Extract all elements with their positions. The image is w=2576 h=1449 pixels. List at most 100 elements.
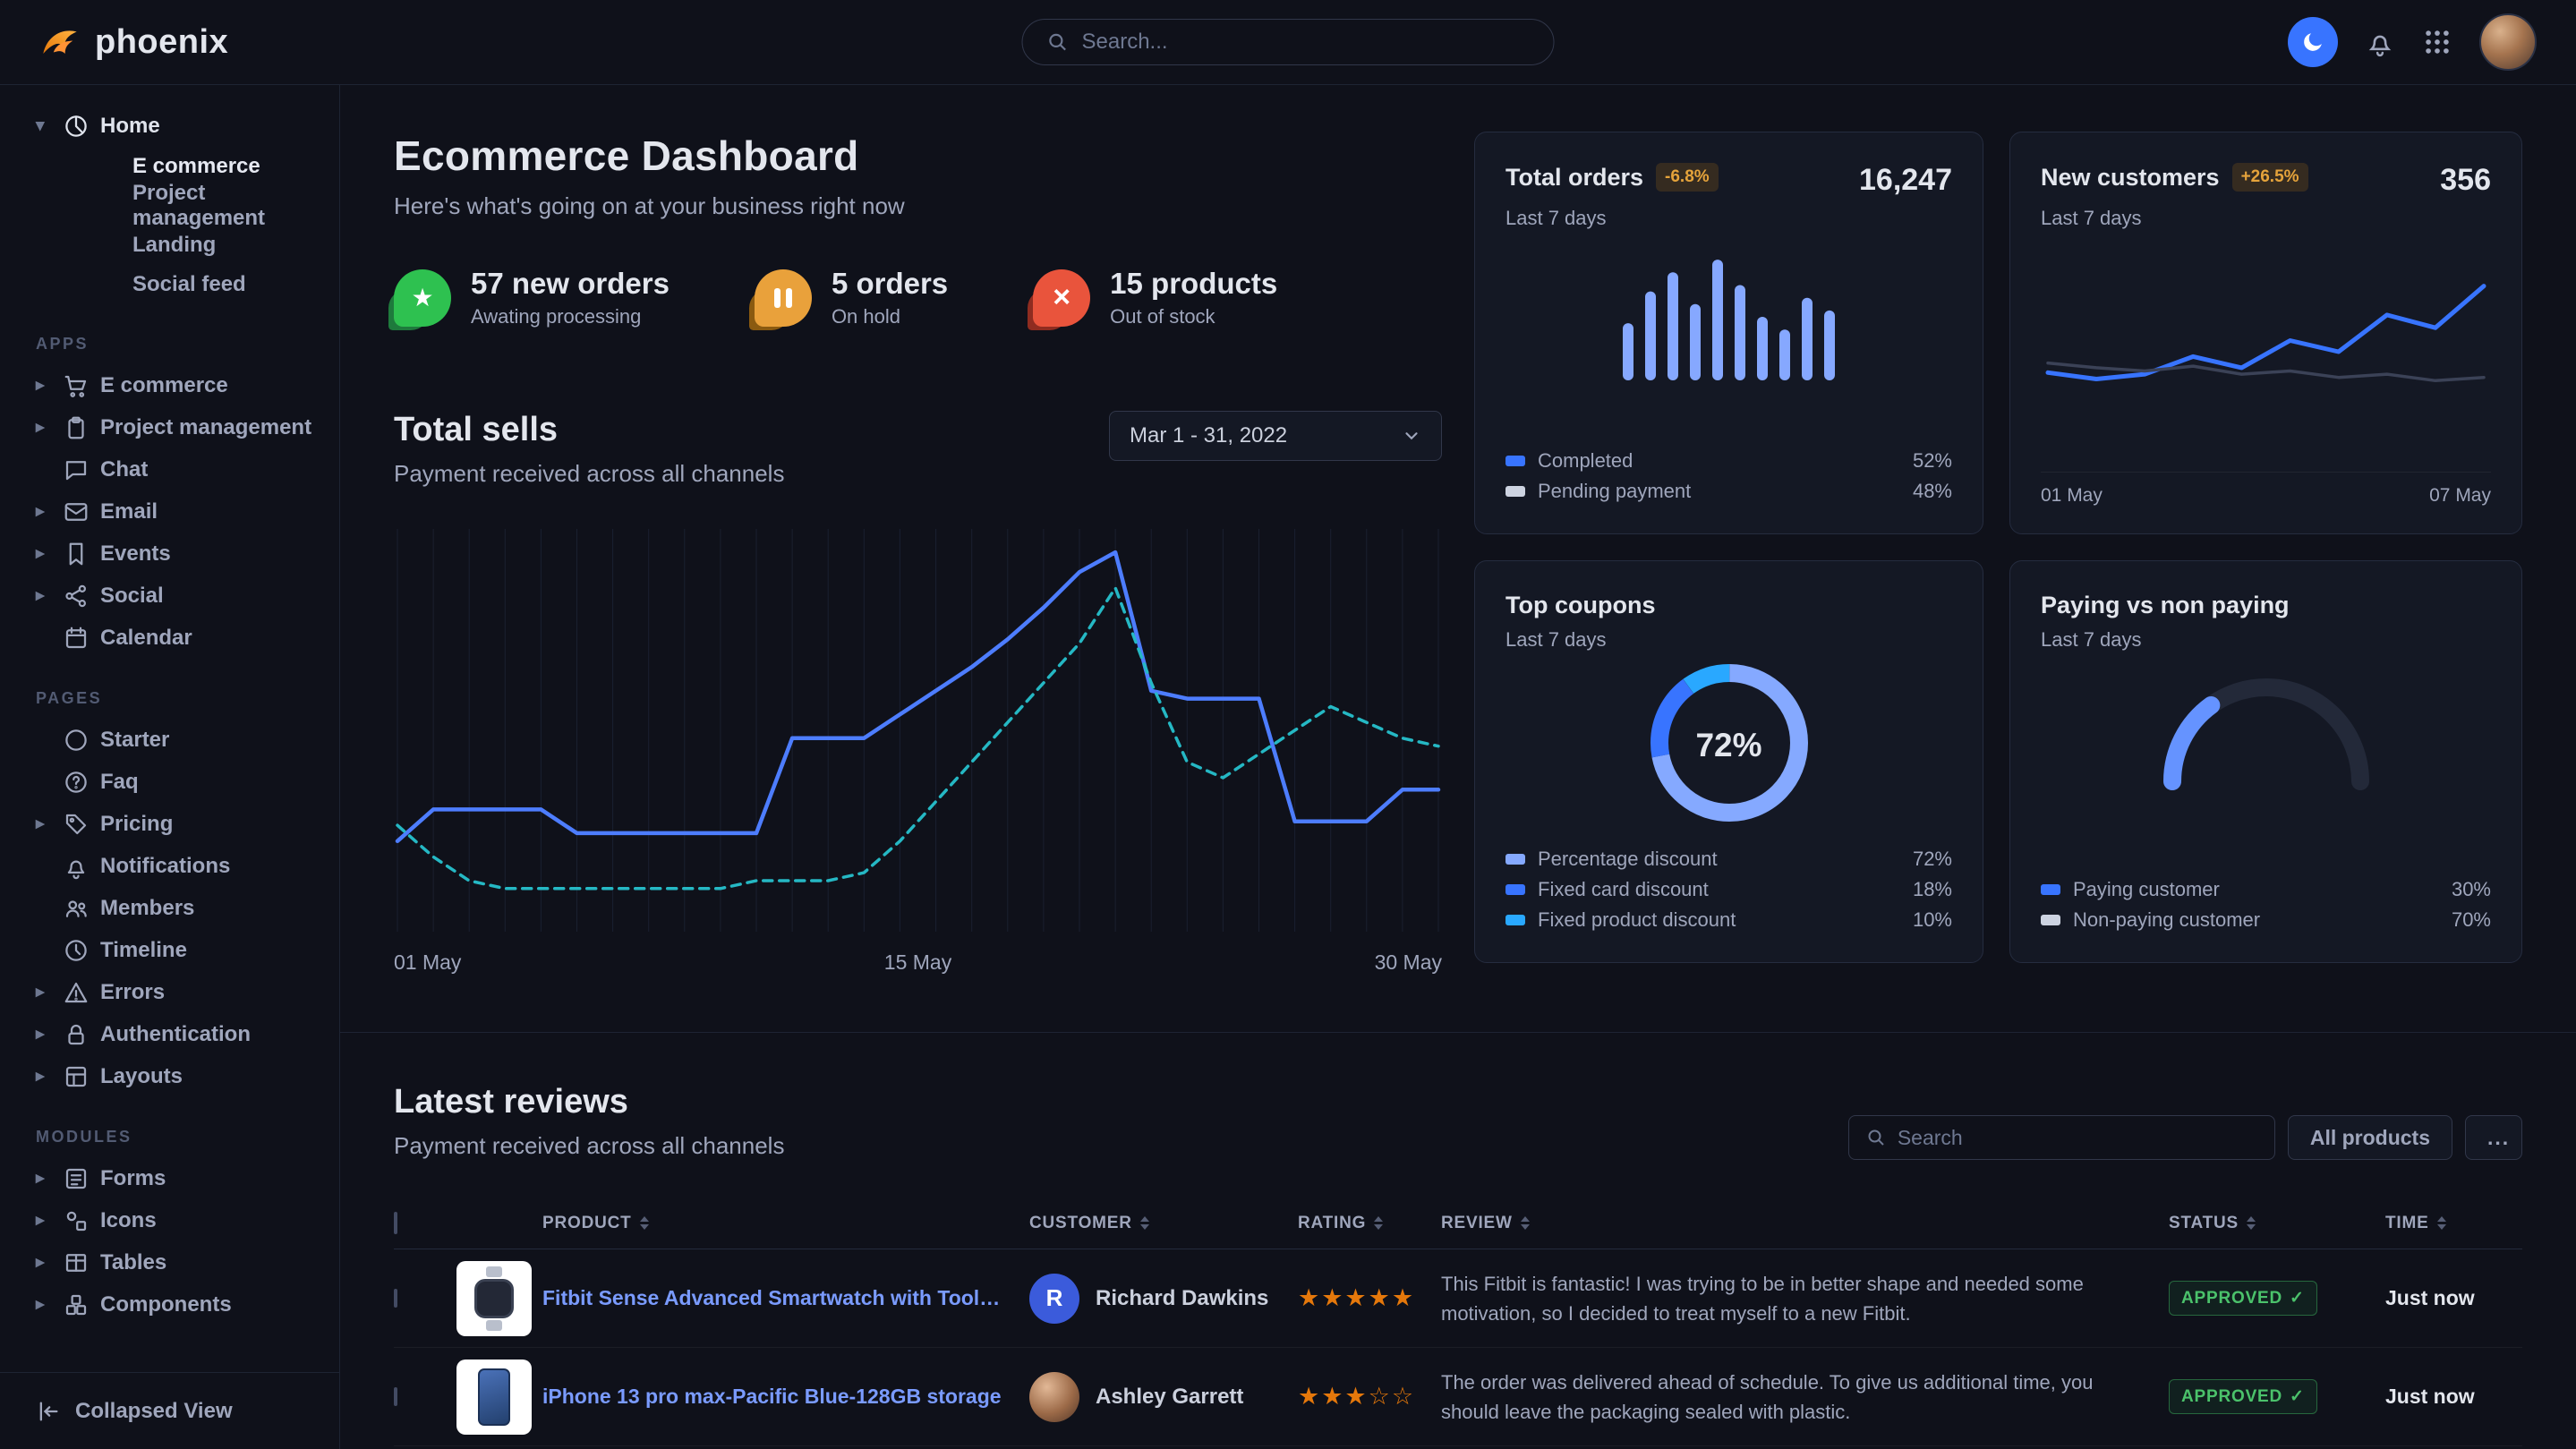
sidebar-item-chat[interactable]: Chat: [0, 448, 339, 490]
sidebar-item-notifications[interactable]: Notifications: [0, 845, 339, 887]
sidebar-item-authentication[interactable]: ▸ Authentication: [0, 1013, 339, 1055]
page-title: Ecommerce Dashboard: [394, 132, 1442, 180]
date-range-select[interactable]: Mar 1 - 31, 2022: [1109, 411, 1442, 461]
caret-right-icon: ▸: [36, 1294, 63, 1315]
customer-cell: RRichard Dawkins: [1029, 1274, 1298, 1324]
chat-icon: [63, 456, 90, 483]
reviews-table-header: PRODUCTCUSTOMERRATINGREVIEWSTATUSTIME: [394, 1198, 2522, 1249]
collapsed-view-toggle[interactable]: Collapsed View: [0, 1372, 339, 1449]
notifications-button[interactable]: [2365, 27, 2395, 57]
sidebar-section-pages: PAGES: [36, 689, 339, 708]
total-orders-bar-chart: [1506, 253, 1952, 380]
lock-icon: [63, 1021, 90, 1048]
sidebar-item-layouts[interactable]: ▸Layouts: [0, 1055, 339, 1097]
sidebar-item-calendar[interactable]: Calendar: [0, 617, 339, 659]
legend-value: 52%: [1913, 449, 1952, 473]
select-all-checkbox[interactable]: [394, 1212, 397, 1234]
sidebar-item-events[interactable]: ▸Events: [0, 533, 339, 575]
sidebar-item-label: E commerce: [100, 373, 228, 398]
sidebar-item-pricing[interactable]: ▸Pricing: [0, 803, 339, 845]
sidebar-item-components[interactable]: ▸Components: [0, 1283, 339, 1325]
sidebar-item-members[interactable]: Members: [0, 887, 339, 929]
card-title: Paying vs non paying: [2041, 592, 2290, 619]
sidebar-item-project-management[interactable]: ▸Project management: [0, 406, 339, 448]
row-checkbox[interactable]: [394, 1289, 397, 1308]
page-subtitle: Here's what's going on at your business …: [394, 192, 1442, 220]
legend-item-pending-payment: Pending payment48%: [1506, 476, 1952, 507]
sidebar-item-starter[interactable]: Starter: [0, 719, 339, 761]
donut-center-value: 72%: [1651, 664, 1808, 826]
sidebar-item-label: Events: [100, 541, 171, 567]
row-checkbox[interactable]: [394, 1387, 397, 1406]
column-header-review[interactable]: REVIEW: [1441, 1214, 2169, 1233]
legend-item-fixed-card-discount: Fixed card discount18%: [1506, 874, 1952, 905]
total-sells-title: Total sells: [394, 411, 784, 449]
legend-item-completed: Completed52%: [1506, 446, 1952, 476]
sidebar-item-social-feed[interactable]: Social feed: [0, 265, 339, 304]
sidebar-item-errors[interactable]: ▸Errors: [0, 971, 339, 1013]
main-content: Ecommerce Dashboard Here's what's going …: [340, 85, 2576, 1449]
product-link[interactable]: iPhone 13 pro max-Pacific Blue-128GB sto…: [542, 1385, 1029, 1409]
sidebar-item-label: Layouts: [100, 1064, 183, 1089]
stat-caption: Out of stock: [1110, 305, 1277, 328]
sidebar-item-home[interactable]: ▾Home: [0, 105, 339, 147]
sidebar-item-faq[interactable]: Faq: [0, 761, 339, 803]
search-input[interactable]: [1082, 30, 1531, 55]
all-products-button[interactable]: All products: [2288, 1115, 2452, 1160]
sidebar-item-timeline[interactable]: Timeline: [0, 929, 339, 971]
circle-icon: [63, 727, 90, 754]
legend-value: 10%: [1913, 908, 1952, 932]
sidebar-item-landing[interactable]: Landing: [0, 226, 339, 265]
user-avatar[interactable]: [2479, 13, 2537, 71]
dashboard-left-column: Ecommerce Dashboard Here's what's going …: [394, 132, 1442, 975]
brand[interactable]: phoenix: [39, 21, 228, 63]
column-header-product[interactable]: PRODUCT: [542, 1214, 1029, 1233]
sort-icon: [1374, 1216, 1383, 1230]
new-customers-value: 356: [2440, 163, 2491, 198]
sidebar-item-forms[interactable]: ▸Forms: [0, 1157, 339, 1199]
stat-caption: On hold: [832, 305, 948, 328]
x-label: 07 May: [2429, 485, 2491, 507]
customer-name: Ashley Garrett: [1096, 1385, 1243, 1410]
sidebar-item-social[interactable]: ▸Social: [0, 575, 339, 617]
table-icon: [63, 1249, 90, 1276]
x-label: 15 May: [884, 950, 951, 975]
caret-right-icon: ▸: [36, 1168, 63, 1189]
sidebar-item-label: Tables: [100, 1250, 166, 1275]
legend-item-fixed-product-discount: Fixed product discount 10%: [1506, 905, 1952, 935]
sidebar-item-label: Calendar: [100, 626, 192, 651]
global-search[interactable]: [1022, 19, 1555, 65]
more-options-button[interactable]: ...: [2465, 1115, 2522, 1160]
phoenix-logo-icon: [39, 21, 81, 63]
latest-reviews-section: Latest reviews Payment received across a…: [394, 1083, 2522, 1449]
column-header-status[interactable]: STATUS: [2169, 1214, 2385, 1233]
customer-cell: Ashley Garrett: [1029, 1372, 1298, 1422]
layout-icon: [63, 1063, 90, 1090]
warning-icon: [63, 979, 90, 1006]
sidebar-item-icons[interactable]: ▸Icons: [0, 1199, 339, 1241]
status-badge: APPROVED ✓: [2169, 1281, 2317, 1316]
brand-name: phoenix: [95, 23, 228, 62]
apps-grid-button[interactable]: [2422, 27, 2452, 57]
sidebar-item-tables[interactable]: ▸Tables: [0, 1241, 339, 1283]
top-coupons-donut-chart: 72%: [1651, 664, 1808, 826]
customer-name: Richard Dawkins: [1096, 1286, 1268, 1311]
sidebar-item-e-commerce[interactable]: ▸E commerce: [0, 364, 339, 406]
column-header-customer[interactable]: CUSTOMER: [1029, 1214, 1298, 1233]
legend-label: Fixed product discount: [1538, 908, 1736, 932]
sidebar-item-email[interactable]: ▸Email: [0, 490, 339, 533]
mail-icon: [63, 499, 90, 525]
reviews-search-input[interactable]: [1898, 1126, 2258, 1150]
column-header-rating[interactable]: RATING: [1298, 1214, 1441, 1233]
reviews-search[interactable]: [1848, 1115, 2275, 1160]
users-icon: [63, 895, 90, 922]
product-thumbnail: [456, 1360, 532, 1435]
product-link[interactable]: Fitbit Sense Advanced Smartwatch with To…: [542, 1286, 1029, 1310]
review-time: Just now: [2385, 1286, 2522, 1310]
clock-icon: [63, 937, 90, 964]
sidebar-item-project-management[interactable]: Project management: [0, 186, 339, 226]
sidebar-item-label: Authentication: [100, 1022, 251, 1047]
column-header-time[interactable]: TIME: [2385, 1214, 2522, 1233]
caret-right-icon: ▸: [36, 1024, 63, 1044]
theme-toggle-button[interactable]: [2288, 17, 2338, 67]
